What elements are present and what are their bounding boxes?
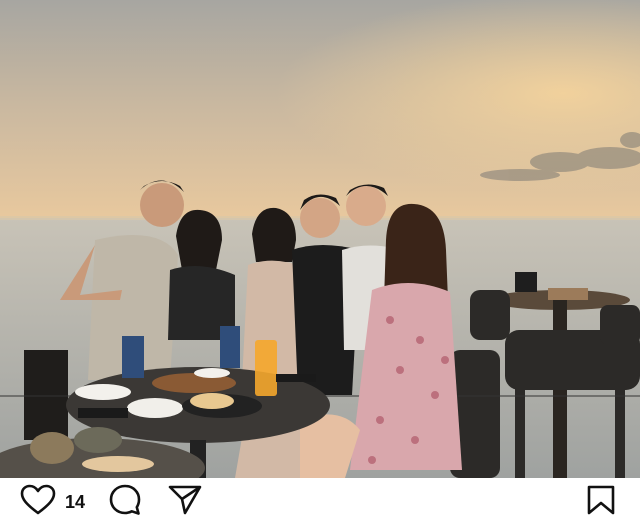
comment-bubble-icon [108,483,142,522]
bookmark-icon [586,484,616,521]
comment-button[interactable] [108,478,142,527]
save-button[interactable] [586,478,616,527]
like-button[interactable] [20,478,56,527]
post-action-bar: 14 [0,478,640,527]
post-photo[interactable] [0,0,640,478]
heart-outline-icon [20,484,56,521]
paper-plane-icon [168,484,202,521]
post-photo-illustration [0,0,640,478]
share-button[interactable] [168,478,202,527]
like-count: 14 [65,492,86,512]
